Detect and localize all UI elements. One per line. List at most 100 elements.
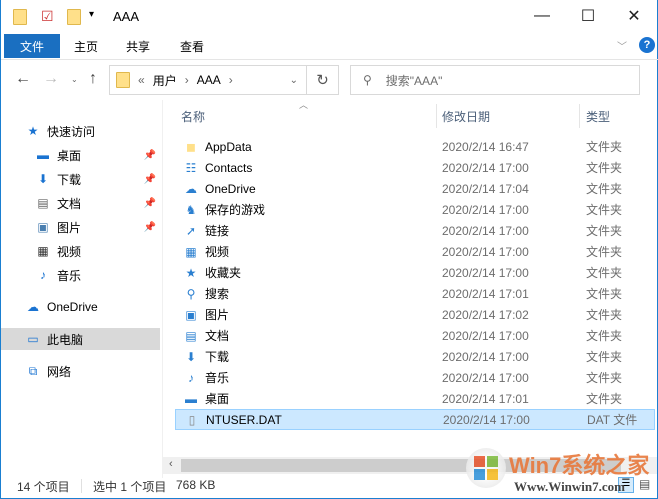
file-row[interactable]: ★ 收藏夹 2020/2/14 17:00 文件夹 <box>175 262 655 283</box>
network-icon: ⧉ <box>28 364 38 378</box>
nav-item[interactable]: ⬇ 下载 📌 <box>1 168 160 190</box>
window-title: AAA <box>113 9 140 24</box>
nav-item[interactable]: ♪ 音乐 <box>1 264 160 286</box>
file-row[interactable]: ☷ Contacts 2020/2/14 17:00 文件夹 <box>175 157 655 178</box>
item-count: 14 个项目 <box>17 480 70 494</box>
file-type: 文件夹 <box>586 392 623 406</box>
pin-icon[interactable]: 📌 <box>144 174 156 185</box>
nav-item-label: 视频 <box>57 244 82 259</box>
tab-home[interactable]: 主页 <box>63 34 109 58</box>
file-icon: ◼ <box>186 139 196 154</box>
file-date: 2020/2/14 17:00 <box>442 265 529 280</box>
file-row[interactable]: ▦ 视频 2020/2/14 17:00 文件夹 <box>175 241 655 262</box>
file-name: 保存的游戏 <box>205 203 266 217</box>
pin-icon[interactable]: 📌 <box>144 222 156 233</box>
file-row[interactable]: ▣ 图片 2020/2/14 17:02 文件夹 <box>175 304 655 325</box>
nav-item[interactable]: ★ 快速访问 <box>1 120 160 142</box>
tab-view[interactable]: 查看 <box>169 34 215 58</box>
file-row[interactable]: ⬇ 下载 2020/2/14 17:00 文件夹 <box>175 346 655 367</box>
expand-ribbon-icon[interactable]: ﹀ <box>617 38 627 53</box>
file-type: 文件夹 <box>586 266 623 280</box>
pin-icon[interactable]: 📌 <box>144 198 156 209</box>
column-divider[interactable] <box>436 104 437 128</box>
search-icon: ⚲ <box>363 73 372 87</box>
search-input[interactable]: ⚲ 搜索"AAA" <box>350 65 640 95</box>
nav-item[interactable]: ▭ 此电脑 <box>1 328 160 350</box>
watermark-url: Www.Winwin7.com <box>514 479 625 494</box>
file-name: 收藏夹 <box>205 266 242 280</box>
nav-item[interactable]: ▤ 文档 📌 <box>1 192 160 214</box>
nav-item-label: 此电脑 <box>47 332 84 347</box>
file-name: AppData <box>205 139 252 154</box>
nav-item-label: 音乐 <box>57 268 82 283</box>
nav-item[interactable]: ☁ OneDrive <box>1 296 160 318</box>
breadcrumb-separator[interactable]: › <box>229 73 233 87</box>
overflow-chevron[interactable]: « <box>138 73 145 87</box>
address-bar[interactable]: « 用户 › AAA › ⌄ <box>109 65 307 95</box>
file-date: 2020/2/14 17:00 <box>442 328 529 343</box>
file-row[interactable]: ▯ NTUSER.DAT 2020/2/14 17:00 DAT 文件 <box>175 409 655 430</box>
file-date: 2020/2/14 17:00 <box>442 244 529 259</box>
tab-file[interactable]: 文件 <box>4 34 60 58</box>
breadcrumb-users[interactable]: 用户 <box>153 72 177 89</box>
file-type: 文件夹 <box>586 245 623 259</box>
file-type: 文件夹 <box>586 224 623 238</box>
star-icon: ★ <box>27 124 39 138</box>
back-icon[interactable]: ← <box>15 70 31 88</box>
nav-item[interactable]: ▦ 视频 <box>1 240 160 262</box>
file-row[interactable]: ☁ OneDrive 2020/2/14 17:04 文件夹 <box>175 178 655 199</box>
picture-icon: ▣ <box>37 220 49 234</box>
file-date: 2020/2/14 17:00 <box>442 160 529 175</box>
nav-item[interactable]: ⧉ 网络 <box>1 360 160 382</box>
file-row[interactable]: ⚲ 搜索 2020/2/14 17:01 文件夹 <box>175 283 655 304</box>
file-icon: ☷ <box>185 160 197 175</box>
address-dropdown-icon[interactable]: ⌄ <box>290 75 298 86</box>
minimize-button[interactable]: — <box>519 0 565 32</box>
new-folder-icon[interactable] <box>67 9 81 25</box>
customize-toolbar-icon[interactable]: ▾ <box>89 9 94 20</box>
file-icon: ▯ <box>188 412 196 427</box>
file-row[interactable]: ▤ 文档 2020/2/14 17:00 文件夹 <box>175 325 655 346</box>
breadcrumb-separator[interactable]: › <box>185 73 189 87</box>
file-row[interactable]: ➚ 链接 2020/2/14 17:00 文件夹 <box>175 220 655 241</box>
tab-share[interactable]: 共享 <box>115 34 161 58</box>
scroll-left-icon[interactable]: ‹ <box>169 458 173 470</box>
file-row[interactable]: ▬ 桌面 2020/2/14 17:01 文件夹 <box>175 388 655 409</box>
column-header-name[interactable]: 名称 <box>181 104 205 128</box>
refresh-button[interactable]: ↻ <box>307 65 339 95</box>
watermark-brand: Win7系统之家 <box>509 453 650 478</box>
file-row[interactable]: ◼ AppData 2020/2/14 16:47 文件夹 <box>175 136 655 157</box>
file-row[interactable]: ♞ 保存的游戏 2020/2/14 17:00 文件夹 <box>175 199 655 220</box>
column-divider[interactable] <box>579 104 580 128</box>
nav-item[interactable]: ▣ 图片 📌 <box>1 216 160 238</box>
nav-item-label: 快速访问 <box>47 124 96 139</box>
file-type: 文件夹 <box>586 287 623 301</box>
file-name: 音乐 <box>205 371 230 385</box>
close-button[interactable]: ✕ <box>611 0 657 32</box>
column-header-type[interactable]: 类型 <box>586 104 610 128</box>
nav-item[interactable]: ▬ 桌面 📌 <box>1 144 160 166</box>
column-header-date[interactable]: 修改日期 <box>442 104 490 128</box>
up-icon[interactable]: ↑ <box>89 70 97 88</box>
file-icon: ♪ <box>188 370 194 385</box>
maximize-button[interactable]: ☐ <box>565 0 611 32</box>
explorer-window: ☑ ▾ AAA — ☐ ✕ 文件 主页 共享 查看 ﹀ ? ← → ⌄ ↑ « … <box>0 0 658 499</box>
file-date: 2020/2/14 17:01 <box>442 286 529 301</box>
file-icon: ▤ <box>185 328 197 343</box>
recent-locations-icon[interactable]: ⌄ <box>71 75 78 84</box>
file-date: 2020/2/14 17:00 <box>442 349 529 364</box>
forward-icon[interactable]: → <box>43 70 59 88</box>
nav-item-label: 网络 <box>47 364 72 379</box>
file-type: 文件夹 <box>586 140 623 154</box>
breadcrumb-aaa[interactable]: AAA <box>197 73 221 87</box>
properties-icon[interactable]: ☑ <box>41 8 54 25</box>
help-icon[interactable]: ? <box>639 37 655 53</box>
pin-icon[interactable]: 📌 <box>144 150 156 161</box>
file-type: 文件夹 <box>586 182 623 196</box>
file-icon: ▬ <box>185 391 197 406</box>
pane-divider[interactable] <box>162 100 163 478</box>
file-row[interactable]: ♪ 音乐 2020/2/14 17:00 文件夹 <box>175 367 655 388</box>
file-icon: ▣ <box>185 307 197 322</box>
selected-size: 768 KB <box>176 478 216 492</box>
file-name: 链接 <box>205 224 230 238</box>
